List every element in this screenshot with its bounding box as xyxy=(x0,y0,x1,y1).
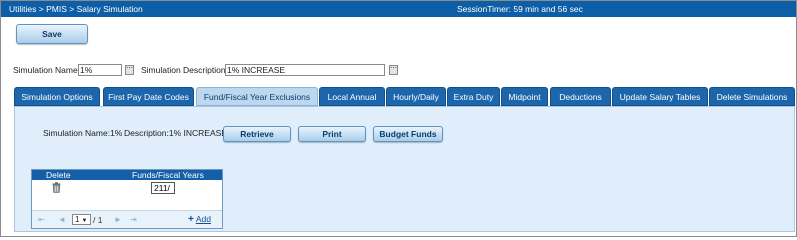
breadcrumb: Utilities > PMIS > Salary Simulation xyxy=(9,4,143,14)
page-select-value: 1 xyxy=(75,215,80,224)
simulation-description-field[interactable] xyxy=(225,64,385,76)
tab-bar: Simulation Options First Pay Date Codes … xyxy=(14,87,795,106)
session-timer: SessionTimer: 59 min and 56 sec xyxy=(457,4,583,14)
trash-icon[interactable] xyxy=(52,182,61,193)
breadcrumb-pmis[interactable]: PMIS xyxy=(46,4,67,14)
tab-fund-fiscal-year-exclusions[interactable]: Fund/Fiscal Year Exclusions xyxy=(196,87,318,106)
title-bar: Utilities > PMIS > Salary Simulation Ses… xyxy=(1,1,796,17)
breadcrumb-separator: > xyxy=(38,4,44,14)
page-select[interactable]: 1 ▼ xyxy=(72,214,91,225)
breadcrumb-salary-simulation: Salary Simulation xyxy=(76,4,143,14)
breadcrumb-utilities[interactable]: Utilities xyxy=(9,4,36,14)
tab-local-annual[interactable]: Local Annual xyxy=(319,87,385,106)
first-page-icon[interactable]: ⇤ xyxy=(38,215,45,224)
simulation-description-label: Simulation Description: xyxy=(141,65,228,75)
last-page-icon[interactable]: ⇥ xyxy=(130,215,137,224)
simulation-name-lookup-button[interactable]: ⋯ xyxy=(125,65,134,75)
fund-exclusions-grid: Delete Funds/Fiscal Years ⇤ ◄ 1▼ / 1 ► ⇥… xyxy=(31,169,223,229)
tab-deductions[interactable]: Deductions xyxy=(550,87,611,106)
add-label: Add xyxy=(195,214,211,224)
print-button[interactable]: Print xyxy=(298,126,366,142)
panel-simulation-name: Simulation Name:1% xyxy=(43,128,123,138)
save-button[interactable]: Save xyxy=(16,24,88,44)
tab-first-pay-date-codes[interactable]: First Pay Date Codes xyxy=(103,87,194,106)
chevron-down-icon: ▼ xyxy=(81,218,88,224)
table-row xyxy=(32,180,222,196)
retrieve-button[interactable]: Retrieve xyxy=(223,126,291,142)
tab-update-salary-tables[interactable]: Update Salary Tables xyxy=(612,87,708,106)
grid-header: Delete Funds/Fiscal Years xyxy=(32,170,222,180)
column-header-delete: Delete xyxy=(46,170,71,180)
page-total: / 1 xyxy=(93,215,103,225)
next-page-icon[interactable]: ► xyxy=(114,215,122,224)
previous-page-icon[interactable]: ◄ xyxy=(58,215,66,224)
simulation-name-label: Simulation Name: xyxy=(13,65,81,75)
tab-midpoint[interactable]: Midpoint xyxy=(501,87,548,106)
tab-delete-simulations[interactable]: Delete Simulations xyxy=(709,87,795,106)
breadcrumb-separator: > xyxy=(69,4,75,14)
tab-extra-duty[interactable]: Extra Duty xyxy=(447,87,500,106)
funds-fiscal-years-input[interactable] xyxy=(151,182,175,194)
plus-icon: + xyxy=(188,214,194,225)
tab-simulation-options[interactable]: Simulation Options xyxy=(14,87,100,106)
tab-hourly-daily[interactable]: Hourly/Daily xyxy=(386,87,446,106)
budget-funds-button[interactable]: Budget Funds xyxy=(373,126,443,142)
add-row-button[interactable]: + Add xyxy=(188,214,211,225)
grid-pager: ⇤ ◄ 1 ▼ / 1 ► ⇥ + Add xyxy=(32,210,222,228)
simulation-description-lookup-button[interactable]: ⋯ xyxy=(389,65,398,75)
column-header-funds-fiscal-years: Funds/Fiscal Years xyxy=(132,170,204,180)
panel-description: Description:1% INCREASE xyxy=(124,128,227,138)
simulation-name-field[interactable] xyxy=(78,64,122,76)
